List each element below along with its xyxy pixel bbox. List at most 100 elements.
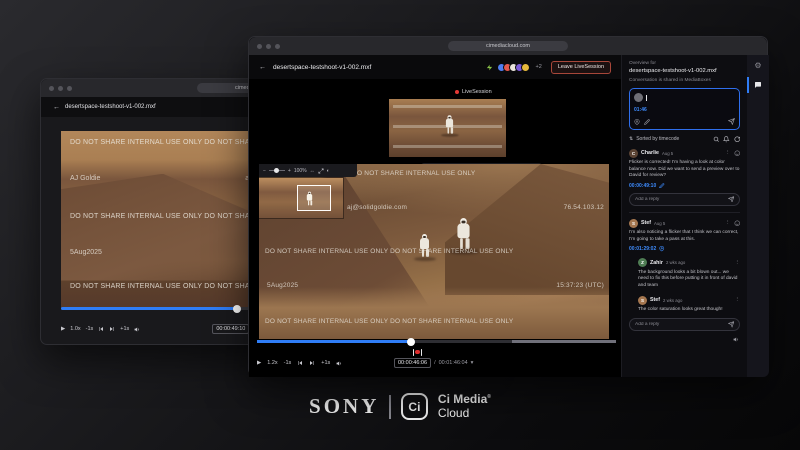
zoom-toolbar: − + 100% ↔ ◐ — [259, 164, 357, 177]
comment-composer[interactable]: 01:46 — [629, 88, 740, 130]
timecode-current[interactable]: 00:00:46:06 — [394, 358, 431, 368]
compare-icon[interactable]: ◐ — [327, 168, 330, 174]
comment-timecode[interactable]: 00:00:49:10 — [629, 183, 656, 189]
leave-livesession-button[interactable]: Leave LiveSession — [551, 61, 611, 74]
chat-bubble-icon[interactable] — [754, 81, 762, 89]
traffic-light-icon[interactable] — [58, 86, 63, 91]
chevron-down-icon[interactable]: ▾ — [471, 360, 474, 366]
traffic-light-icon[interactable] — [257, 44, 262, 49]
prev-frame-icon[interactable] — [98, 326, 104, 332]
overflow-menu-icon[interactable]: ⋮ — [735, 297, 741, 303]
comment-card[interactable]: C Charlie Aug 5 ⋮ Flicker is corrected! … — [629, 149, 740, 206]
send-icon[interactable] — [728, 321, 735, 328]
avatar[interactable]: Z — [638, 258, 647, 267]
reply-input[interactable] — [635, 197, 725, 202]
overflow-menu-icon[interactable]: ⋮ — [735, 260, 741, 266]
traffic-light-icon[interactable] — [275, 44, 280, 49]
skip-forward-button[interactable]: +1s — [120, 326, 129, 332]
send-icon[interactable] — [728, 196, 735, 203]
gear-icon[interactable]: ⚙ — [754, 61, 761, 70]
comment-card[interactable]: S Stef Aug 5 ⋮ I'm also noticing a flick… — [629, 219, 740, 252]
comments-sidebar: Overview for desertspace-testshoot-v1-00… — [621, 55, 747, 377]
skip-back-button[interactable]: -1s — [284, 360, 292, 366]
sort-icon[interactable]: ⇅ — [629, 136, 633, 142]
next-frame-icon[interactable] — [109, 326, 115, 332]
playhead[interactable] — [407, 338, 415, 346]
pencil-icon[interactable] — [659, 183, 665, 189]
search-icon[interactable] — [713, 136, 720, 143]
traffic-light-icon[interactable] — [49, 86, 54, 91]
comment-author: Zahir — [650, 260, 663, 266]
overview-filename: desertspace-testshoot-v1-002.mxf — [629, 68, 740, 74]
comment-marker[interactable] — [412, 348, 423, 356]
timecode-current[interactable]: 00:00:49:10 — [212, 324, 249, 334]
comment-reply[interactable]: S Stef 2 wks ago ⋮ The color saturation … — [638, 296, 740, 314]
address-bar[interactable]: cimediacloud.com — [448, 41, 568, 51]
refresh-icon[interactable] — [734, 136, 741, 143]
sidebar-icon-rail: ⚙ — [747, 55, 769, 377]
zoom-slider[interactable] — [269, 170, 285, 172]
location-pin-icon[interactable] — [634, 119, 640, 125]
seek-bar[interactable] — [257, 340, 616, 343]
bell-icon[interactable] — [723, 136, 730, 143]
terrain-shape — [259, 287, 609, 340]
send-icon[interactable] — [728, 118, 735, 125]
watermark-time: 15:37:23 (UTC) — [556, 282, 604, 289]
sort-label[interactable]: Sorted by timecode — [636, 136, 679, 142]
rail-comments[interactable] — [747, 75, 769, 95]
avatar[interactable] — [521, 63, 530, 72]
skip-back-button[interactable]: -1s — [86, 326, 94, 332]
smiley-reaction-icon[interactable] — [734, 220, 741, 227]
composer-timecode[interactable]: 01:46 — [634, 107, 735, 113]
seek-buffer — [512, 340, 616, 343]
timecode-total: 00:01:46:04 — [439, 360, 468, 366]
play-icon[interactable]: ▶ — [61, 326, 65, 332]
speed-button[interactable]: 1.0x — [70, 326, 80, 332]
livesession-label-text: LiveSession — [462, 89, 492, 95]
traffic-light-icon[interactable] — [266, 44, 271, 49]
location-pin-icon[interactable] — [659, 246, 665, 252]
volume-icon[interactable] — [733, 336, 740, 343]
volume-icon[interactable] — [134, 326, 141, 333]
registered-mark: ® — [487, 394, 491, 400]
shared-note: Conversation is shared in MediaBoxes — [629, 78, 740, 83]
next-frame-icon[interactable] — [309, 360, 315, 366]
main-video-frame[interactable]: DO NOT SHARE INTERNAL USE ONLY DO NOT SH… — [259, 164, 609, 339]
zoom-level[interactable]: 100% — [294, 168, 307, 174]
back-arrow-icon[interactable]: ← — [53, 104, 60, 111]
avatar[interactable]: S — [629, 219, 638, 228]
rail-settings[interactable]: ⚙ — [747, 55, 769, 75]
astronaut-figure — [446, 115, 453, 133]
logo-divider — [389, 395, 391, 419]
traffic-light-icon[interactable] — [67, 86, 72, 91]
zoom-in-button[interactable]: + — [288, 168, 291, 174]
comment-timecode[interactable]: 00:01:29:02 — [629, 246, 656, 252]
back-arrow-icon[interactable]: ← — [259, 64, 266, 71]
playhead[interactable] — [233, 305, 241, 313]
livesession-label: LiveSession — [455, 89, 492, 95]
reply-input[interactable] — [635, 322, 725, 327]
expand-icon[interactable] — [318, 168, 324, 174]
play-icon[interactable]: ▶ — [257, 360, 261, 366]
navigator-crop-rect[interactable] — [297, 185, 331, 211]
comment-reply[interactable]: Z Zahir 2 wks ago ⋮ The background looks… — [638, 258, 740, 290]
seek-fill — [61, 307, 237, 310]
pencil-icon[interactable] — [644, 119, 650, 125]
skip-forward-button[interactable]: +1s — [321, 360, 330, 366]
fit-width-icon[interactable]: ↔ — [310, 168, 315, 174]
avatar[interactable]: S — [638, 296, 647, 305]
livesession-pip-video[interactable] — [389, 99, 506, 157]
zoom-navigator-thumbnail[interactable] — [259, 178, 343, 218]
smiley-reaction-icon[interactable] — [734, 150, 741, 157]
overflow-menu-icon[interactable]: ⋮ — [725, 150, 731, 157]
watermark-text: DO NOT SHARE INTERNAL USE ONLY DO NOT SH… — [70, 283, 260, 290]
volume-icon[interactable] — [336, 360, 343, 367]
participant-avatars[interactable] — [497, 63, 530, 72]
speed-button[interactable]: 1.2x — [267, 360, 277, 366]
avatar[interactable]: C — [629, 149, 638, 158]
extra-participants-count[interactable]: +2 — [536, 64, 542, 70]
zoom-slider-knob[interactable] — [274, 168, 279, 173]
zoom-out-button[interactable]: − — [263, 168, 266, 174]
prev-frame-icon[interactable] — [297, 360, 303, 366]
overflow-menu-icon[interactable]: ⋮ — [725, 220, 731, 227]
